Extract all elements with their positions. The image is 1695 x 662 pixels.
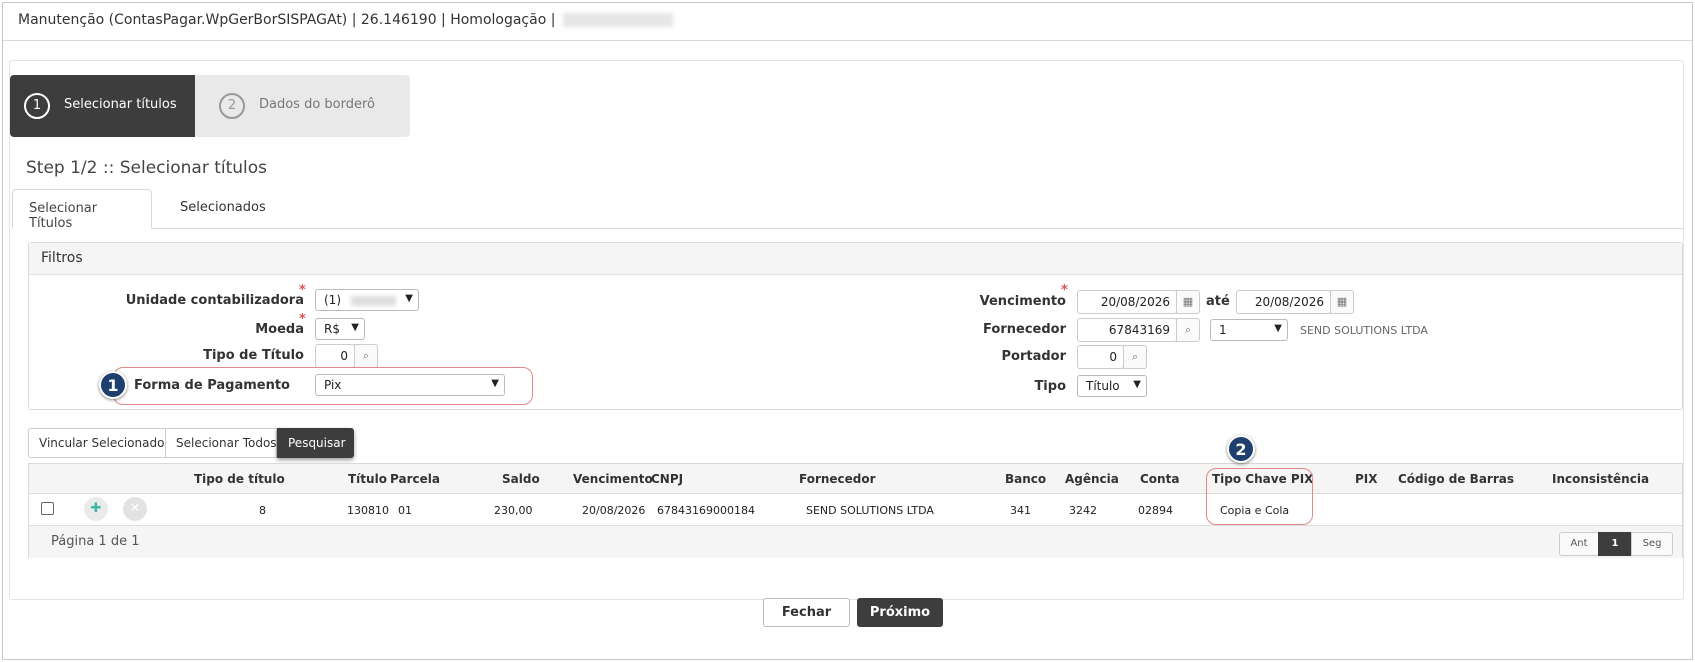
col-agencia: Agência [1065,472,1119,486]
annotation-marker-2: 2 [1227,435,1255,463]
cell-fornecedor: SEND SOLUTIONS LTDA [806,504,934,517]
unidade-select[interactable]: (1) ▼ [315,289,419,311]
step-1[interactable]: 1 Selecionar títulos [10,75,209,137]
col-banco: Banco [1005,472,1047,486]
col-tipo-titulo: Tipo de título [194,472,285,486]
moeda-label: Moeda [255,322,304,337]
fornecedor-code-input[interactable]: 67843169 [1077,318,1177,342]
cell-banco: 341 [1010,504,1031,517]
search-icon[interactable]: ⌕ [1123,345,1147,369]
remove-icon[interactable]: ✕ [123,497,147,521]
window-title: Manutenção (ContasPagar.WpGerBorSISPAGAt… [3,3,1692,41]
row-checkbox[interactable] [41,502,54,515]
col-inconsistencia: Inconsistência [1552,472,1650,486]
chevron-down-icon: ▼ [1133,379,1141,390]
forma-pagamento-value: Pix [324,378,342,392]
cell-cnpj: 67843169000184 [657,504,755,517]
fornecedor-seq-value: 1 [1219,323,1227,337]
filters-panel: Filtros Unidade contabilizadora * (1) ▼ … [28,242,1683,410]
selecionar-todos-button[interactable]: Selecionar Todos [165,428,277,458]
tipo-value: Título [1086,379,1120,393]
tipo-chave-pix-highlight [1206,468,1313,525]
col-vencimento: Vencimento [573,472,653,486]
pager-prev[interactable]: Ant [1559,532,1599,556]
window-title-text: Manutenção (ContasPagar.WpGerBorSISPAGAt… [18,12,556,28]
titles-grid: Tipo de título Título Parcela Saldo Venc… [28,463,1683,558]
step-1-label: Selecionar títulos [64,97,177,112]
chevron-down-icon: ▼ [405,293,413,304]
proximo-button[interactable]: Próximo [857,598,943,627]
filters-title: Filtros [29,243,1682,275]
ate-label: até [1206,294,1230,309]
tipo-select[interactable]: Título ▼ [1077,375,1147,397]
moeda-select[interactable]: R$ ▼ [315,318,365,340]
unidade-value: (1) [324,293,341,307]
tipo-titulo-input[interactable]: 0 [315,344,355,368]
calendar-icon[interactable]: ▦ [1176,290,1200,314]
col-pix: PIX [1355,472,1378,486]
grid-footer: Página 1 de 1 Ant 1 Seg [29,525,1682,558]
col-codigo-barras: Código de Barras [1398,472,1514,486]
cell-parcela: 01 [398,504,412,517]
cell-saldo: 230,00 [494,504,533,517]
cell-titulo: 130810 [347,504,389,517]
step-1-number: 1 [24,93,50,119]
col-conta: Conta [1140,472,1180,486]
annotation-marker-1: 1 [99,371,127,399]
cell-tipo-titulo: 8 [259,504,266,517]
calendar-icon[interactable]: ▦ [1330,290,1354,314]
fechar-button[interactable]: Fechar [763,598,850,627]
redacted-text [563,13,674,27]
pager-next[interactable]: Seg [1631,532,1673,556]
vencimento-from-input[interactable]: 20/08/2026 [1077,290,1177,314]
col-parcela: Parcela [390,472,440,486]
pager-current[interactable]: 1 [1598,532,1632,556]
col-titulo: Título [348,472,387,486]
page-info: Página 1 de 1 [51,534,140,549]
step-2[interactable]: 2 Dados do borderô [195,75,410,137]
col-fornecedor: Fornecedor [799,472,876,486]
chevron-down-icon: ▼ [491,378,499,389]
cell-vencimento: 20/08/2026 [582,504,646,517]
tab-bar: Selecionar Títulos Selecionados [12,189,1684,231]
col-saldo: Saldo [502,472,540,486]
tipo-label: Tipo [1034,379,1066,394]
fornecedor-seq-select[interactable]: 1 ▼ [1210,319,1288,341]
vincular-selecionados-button[interactable]: Vincular Selecionados [28,428,171,458]
step-2-number: 2 [219,93,245,119]
moeda-required: * [299,312,306,327]
portador-input[interactable]: 0 [1077,345,1124,369]
fornecedor-label: Fornecedor [983,322,1066,337]
pesquisar-button[interactable]: Pesquisar [277,428,354,458]
tipo-titulo-label: Tipo de Título [203,348,304,363]
cell-conta: 02894 [1138,504,1173,517]
vencimento-label: Vencimento [979,294,1066,309]
page-title: Step 1/2 :: Selecionar títulos [26,158,268,178]
tab-selecionados[interactable]: Selecionados [164,189,282,229]
chevron-down-icon: ▼ [351,322,359,333]
forma-pagamento-select[interactable]: Pix ▼ [315,374,505,396]
step-2-label: Dados do borderô [259,97,376,112]
chevron-down-icon: ▼ [1274,323,1282,334]
forma-pagamento-label: Forma de Pagamento [134,378,290,393]
cell-agencia: 3242 [1069,504,1097,517]
vencimento-required: * [1061,283,1068,298]
search-icon[interactable]: ⌕ [354,344,378,368]
col-cnpj: CNPJ [651,472,684,486]
fornecedor-name: SEND SOLUTIONS LTDA [1300,324,1428,337]
unidade-required: * [299,283,306,298]
redacted-text [350,295,396,306]
vencimento-to-input[interactable]: 20/08/2026 [1236,290,1331,314]
add-icon[interactable]: ✚ [84,497,108,521]
tab-selecionar-titulos[interactable]: Selecionar Títulos [12,189,152,231]
moeda-value: R$ [324,322,340,336]
unidade-label: Unidade contabilizadora [125,293,304,308]
portador-label: Portador [1001,349,1066,364]
search-icon[interactable]: ⌕ [1176,318,1200,342]
